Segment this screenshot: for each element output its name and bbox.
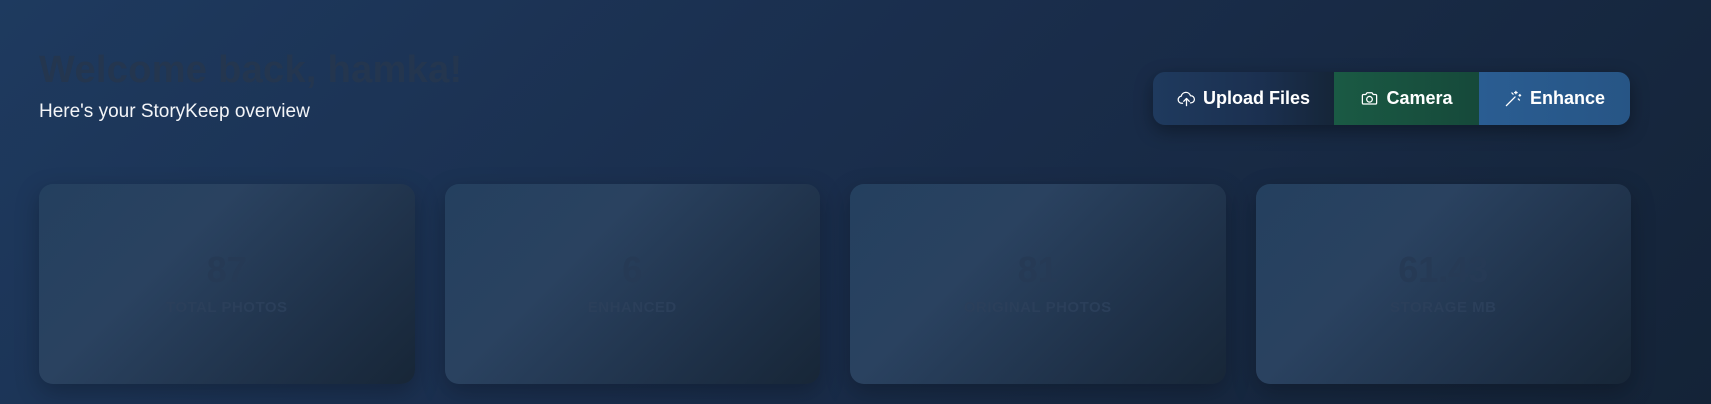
camera-label: Camera bbox=[1386, 88, 1453, 108]
quick-actions-toolbar: Upload Files Camera Enhance bbox=[1153, 72, 1630, 125]
welcome-title: Welcome back, hamka! bbox=[39, 49, 463, 91]
stat-label: STORAGE MB bbox=[1390, 299, 1497, 316]
camera-button[interactable]: Camera bbox=[1334, 72, 1479, 125]
stats-cards: 87 TOTAL PHOTOS 6 ENHANCED 81 ORIGINAL P… bbox=[39, 184, 1631, 384]
stat-label: TOTAL PHOTOS bbox=[165, 299, 288, 316]
stat-label: ENHANCED bbox=[587, 299, 677, 316]
stat-value: 81 bbox=[1017, 249, 1058, 290]
camera-icon bbox=[1362, 92, 1378, 105]
stat-value: 61.43 bbox=[1398, 249, 1489, 290]
stat-card-enhanced: 6 ENHANCED bbox=[444, 184, 820, 384]
stat-card-total-photos: 87 TOTAL PHOTOS bbox=[39, 184, 415, 384]
magic-wand-icon bbox=[1505, 90, 1522, 107]
overview-subtitle: Here's your StoryKeep overview bbox=[39, 101, 310, 122]
enhance-label: Enhance bbox=[1529, 88, 1606, 108]
upload-files-label: Upload Files bbox=[1202, 88, 1310, 108]
stat-value: 87 bbox=[206, 249, 247, 290]
dashboard-header: Welcome back, hamka! Here's your StoryKe… bbox=[39, 46, 462, 124]
cloud-upload-icon bbox=[1177, 91, 1196, 107]
upload-files-button[interactable]: Upload Files bbox=[1153, 72, 1334, 125]
stat-card-storage: 61.43 STORAGE MB bbox=[1255, 184, 1631, 384]
enhance-button[interactable]: Enhance bbox=[1479, 72, 1630, 125]
stat-value: 6 bbox=[622, 249, 643, 290]
stat-label: ORIGINAL PHOTOS bbox=[963, 299, 1112, 316]
stat-card-original-photos: 81 ORIGINAL PHOTOS bbox=[850, 184, 1226, 384]
